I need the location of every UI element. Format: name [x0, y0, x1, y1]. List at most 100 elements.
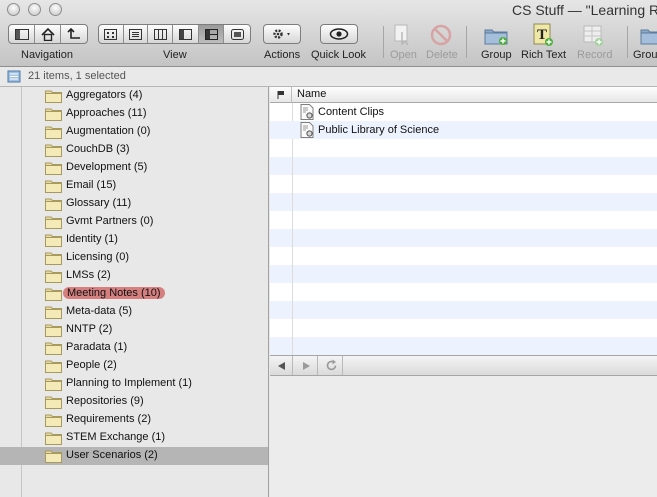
sidebar-folder-item[interactable]: Licensing (0) — [0, 249, 268, 267]
sidebar-folder-item[interactable]: Aggregators (4) — [0, 87, 268, 105]
open-button[interactable] — [387, 22, 417, 48]
back-button[interactable] — [270, 356, 293, 375]
folder-icon — [45, 180, 62, 193]
sidebar-folder-item[interactable]: Glossary (11) — [0, 195, 268, 213]
sidebar-folder-label: CouchDB (3) — [66, 143, 130, 155]
list-view-icon — [129, 28, 142, 40]
flag-column-header[interactable] — [270, 87, 292, 103]
folder-icon — [45, 450, 62, 463]
sidebar-folder-label: Approaches (11) — [66, 107, 147, 119]
sidebar-folder-label: Augmentation (0) — [66, 125, 151, 137]
sidebar-folder-item[interactable]: People (2) — [0, 357, 268, 375]
sidebar-folder-label: Meta-data (5) — [66, 305, 133, 317]
rich-text-button[interactable]: T — [528, 22, 558, 48]
new-group-folder-icon — [484, 29, 508, 45]
home-button[interactable] — [35, 25, 61, 43]
group-to-label: Grou — [633, 49, 657, 61]
item-count-status: 21 items, 1 selected — [28, 70, 126, 82]
quick-look-button[interactable] — [320, 24, 358, 44]
view-split-button[interactable] — [173, 25, 199, 43]
sidebar-folder-label: Development (5) — [66, 161, 148, 173]
minimize-window-button[interactable] — [28, 3, 41, 16]
sidebar-folder-item[interactable]: Approaches (11) — [0, 105, 268, 123]
empty-row-stripe — [270, 247, 657, 265]
sidebar-folder-item[interactable]: User Scenarios (2) — [0, 447, 268, 465]
navigation-label: Navigation — [21, 49, 73, 61]
eye-icon — [329, 28, 349, 40]
toolbar: CS Stuff — "Learning Re Navigation View … — [0, 0, 657, 67]
go-up-button[interactable] — [61, 25, 87, 43]
sidebar-folder-item[interactable]: Repositories (9) — [0, 393, 268, 411]
sidebar-folder-item[interactable]: Paradata (1) — [0, 339, 268, 357]
sidebar-toggle-button[interactable] — [9, 25, 36, 43]
actions-button[interactable] — [263, 24, 301, 44]
zoom-window-button[interactable] — [49, 3, 62, 16]
empty-row-stripe — [270, 211, 657, 229]
folder-icon — [45, 360, 62, 373]
view-preview-button[interactable] — [224, 25, 250, 43]
open-label: Open — [390, 49, 417, 61]
delete-button[interactable] — [426, 22, 456, 48]
sidebar-folder-label: Glossary (11) — [66, 197, 132, 209]
triangle-left-icon — [277, 361, 285, 370]
sidebar-folder-label: Aggregators (4) — [66, 89, 143, 101]
folder-icon — [45, 162, 62, 175]
home-icon — [40, 27, 55, 41]
view-three-pane-button[interactable] — [198, 25, 225, 43]
sidebar-icon — [14, 28, 29, 40]
group-to-button[interactable] — [635, 22, 657, 48]
folder-icon — [45, 108, 62, 121]
sidebar-folder-item[interactable]: Meeting Notes (10) — [0, 285, 268, 303]
sidebar-folder-label: Paradata (1) — [66, 341, 128, 353]
delete-icon — [430, 24, 452, 46]
sidebar-folder-item[interactable]: Planning to Implement (1) — [0, 375, 268, 393]
sidebar-folder-item[interactable]: Development (5) — [0, 159, 268, 177]
reload-button[interactable] — [320, 356, 343, 375]
folder-icon — [45, 198, 62, 211]
sidebar-folder-label: Requirements (2) — [66, 413, 151, 425]
toolbar-separator — [627, 26, 628, 58]
empty-row-stripe — [270, 337, 657, 355]
folder-icon — [45, 234, 62, 247]
triangle-right-icon — [302, 361, 310, 370]
view-control — [98, 24, 251, 44]
sidebar-folder-item[interactable]: Identity (1) — [0, 231, 268, 249]
sidebar-folder-label: Email (15) — [66, 179, 117, 191]
folder-icon — [45, 306, 62, 319]
delete-label: Delete — [426, 49, 458, 61]
sidebar-folder-label: Planning to Implement (1) — [66, 377, 192, 389]
close-window-button[interactable] — [7, 3, 20, 16]
sidebar-folder-item[interactable]: LMSs (2) — [0, 267, 268, 285]
record-label: Record — [577, 49, 613, 61]
folder-icon — [45, 126, 62, 139]
new-record-icon — [583, 25, 603, 46]
empty-row-stripe — [270, 283, 657, 301]
arrow-up-left-icon — [67, 28, 80, 39]
group-button[interactable] — [481, 22, 511, 48]
column-view-icon — [153, 28, 167, 40]
folder-icon — [45, 90, 62, 103]
sidebar-folder-item[interactable]: Gvmt Partners (0) — [0, 213, 268, 231]
document-title: Content Clips — [318, 106, 385, 118]
view-list-button[interactable] — [124, 25, 149, 43]
sidebar-folder-label: People (2) — [66, 359, 117, 371]
sidebar-folder-item[interactable]: STEM Exchange (1) — [0, 429, 268, 447]
sidebar-folder-item[interactable]: CouchDB (3) — [0, 141, 268, 159]
forward-button[interactable] — [295, 356, 318, 375]
document-row[interactable]: Public Library of Science — [270, 121, 657, 139]
view-icons-button[interactable] — [99, 25, 124, 43]
sidebar-folder-item[interactable]: Augmentation (0) — [0, 123, 268, 141]
sidebar-folder-label: STEM Exchange (1) — [66, 431, 166, 443]
empty-row-stripe — [270, 157, 657, 175]
sidebar-folder-label: LMSs (2) — [66, 269, 111, 281]
sidebar-folder-item[interactable]: NNTP (2) — [0, 321, 268, 339]
sidebar-folder-item[interactable]: Meta-data (5) — [0, 303, 268, 321]
record-button[interactable] — [578, 22, 608, 48]
view-columns-button[interactable] — [148, 25, 174, 43]
name-column-header[interactable]: Name — [297, 88, 326, 100]
sidebar-folder-item[interactable]: Requirements (2) — [0, 411, 268, 429]
view-label: View — [163, 49, 187, 61]
document-row[interactable]: Content Clips — [270, 103, 657, 121]
sidebar-folder-item[interactable]: Email (15) — [0, 177, 268, 195]
rich-text-label: Rich Text — [521, 49, 567, 61]
